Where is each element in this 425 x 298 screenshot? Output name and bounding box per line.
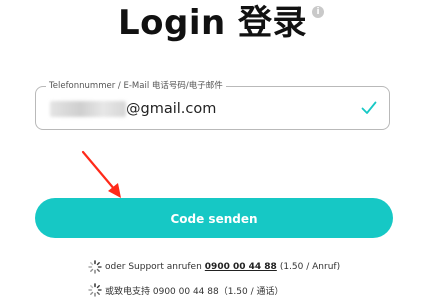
info-icon[interactable]: i — [312, 6, 324, 18]
support-phone-link[interactable]: 0900 00 44 88 — [205, 262, 277, 272]
login-page: Login 登录 i Telefonnummer / E-Mail 电话号码/电… — [0, 0, 425, 298]
arrow-pointer — [81, 150, 121, 198]
check-icon — [361, 101, 377, 114]
support-line-zh: 或致电支持 0900 00 44 88（1.50 / 通话） — [88, 282, 284, 298]
phone-email-field[interactable]: Telefonnummer / E-Mail 电话号码/电子邮件 @gmail.… — [35, 80, 390, 130]
page-title: Login 登录 — [117, 3, 308, 43]
spinner-icon — [88, 260, 102, 274]
support-line-de: oder Support anrufen 0900 00 44 88 (1.50… — [88, 259, 340, 275]
support-text-zh: 或致电支持 0900 00 44 88（1.50 / 通话） — [105, 286, 284, 297]
support-prefix: oder Support anrufen — [105, 262, 202, 272]
field-value-text: @gmail.com — [126, 101, 217, 117]
field-label: Telefonnummer / E-Mail 电话号码/电子邮件 — [46, 80, 226, 92]
spinner-icon — [88, 283, 102, 297]
code-senden-button[interactable]: Code senden — [35, 198, 393, 238]
support-rate: (1.50 / Anruf) — [279, 262, 341, 272]
field-value[interactable]: @gmail.com — [50, 99, 216, 119]
redacted-text — [50, 101, 126, 117]
